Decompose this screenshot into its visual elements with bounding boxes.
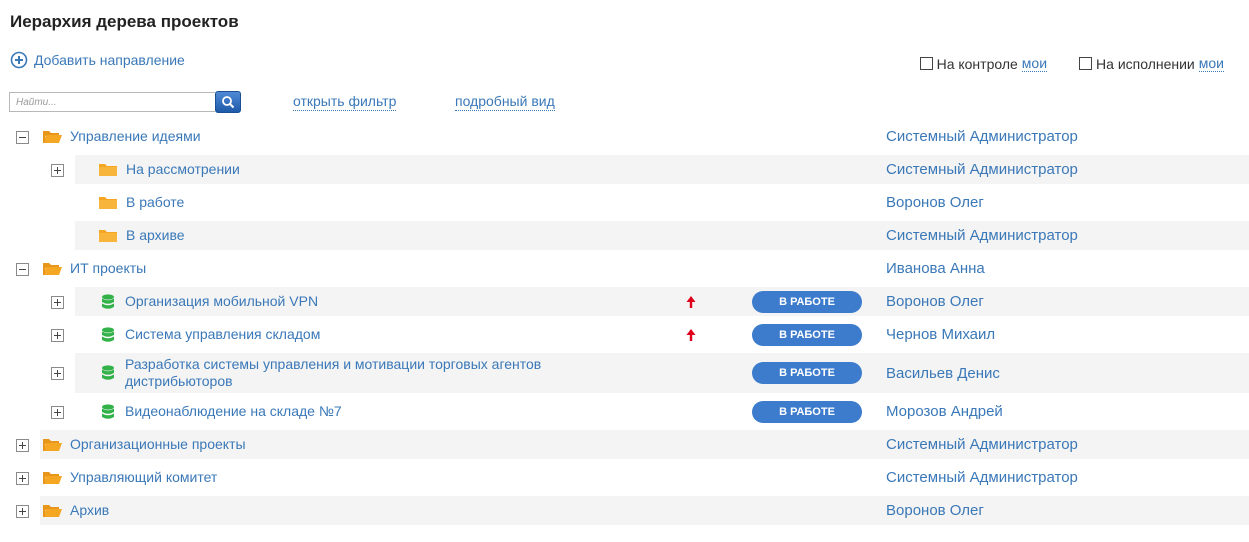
on-execution-mine-link[interactable]: мои	[1198, 55, 1224, 72]
on-control-checkbox[interactable]	[919, 57, 933, 70]
folder-icon	[99, 196, 117, 209]
folder-name-link[interactable]: Управляющий комитет	[70, 469, 217, 486]
expand-toggle[interactable]	[51, 405, 64, 419]
folder-open-icon	[43, 471, 62, 484]
owner-link[interactable]: Системный Администратор	[886, 128, 1078, 145]
folder-open-icon	[43, 504, 62, 517]
project-name-link[interactable]: Видеонаблюдение на складе №7	[125, 403, 342, 420]
folder-icon	[99, 163, 117, 176]
project-name-link[interactable]: Разработка системы управления и мотиваци…	[125, 356, 565, 390]
search-box	[9, 91, 241, 113]
search-input[interactable]	[9, 92, 215, 112]
tree-row: Управление идеями Системный Администратор	[10, 120, 1249, 153]
project-name-link[interactable]: Система управления складом	[125, 326, 320, 343]
status-badge[interactable]: В РАБОТЕ	[752, 362, 862, 384]
expand-toggle[interactable]	[16, 504, 29, 518]
folder-name-link[interactable]: На рассмотрении	[126, 161, 240, 178]
tree-row: Видеонаблюдение на складе №7 В РАБОТЕ Моро…	[10, 395, 1249, 428]
owner-link[interactable]: Васильев Денис	[886, 365, 1000, 382]
owner-link[interactable]: Системный Администратор	[886, 161, 1078, 178]
add-direction-button[interactable]: Добавить направление	[10, 51, 185, 69]
tree-row: Система управления складом В РАБОТЕ Чернов…	[10, 318, 1249, 351]
tree-row: На рассмотрении Системный Администратор	[10, 153, 1249, 186]
status-badge[interactable]: В РАБОТЕ	[752, 400, 862, 423]
tree-row: ИТ проекты Иванова Анна	[10, 252, 1249, 285]
expand-toggle[interactable]	[51, 295, 64, 309]
project-tree: Управление идеями Системный Администратор…	[10, 120, 1249, 527]
owner-link[interactable]: Воронов Олег	[886, 293, 984, 310]
tree-row: В работе Воронов Олег	[10, 186, 1249, 219]
row-shade	[40, 496, 1249, 525]
owner-link[interactable]: Морозов Андрей	[886, 403, 1003, 420]
folder-name-link[interactable]: Управление идеями	[70, 128, 201, 145]
owner-link[interactable]: Системный Администратор	[886, 436, 1078, 453]
owner-link[interactable]: Системный Администратор	[886, 469, 1078, 486]
on-execution-filter: На исполнении мои	[1079, 55, 1224, 72]
expand-toggle[interactable]	[51, 163, 64, 177]
on-control-label: На контроле	[936, 55, 1018, 72]
folder-name-link[interactable]: В работе	[126, 194, 184, 211]
folder-open-icon	[43, 438, 62, 451]
collapse-toggle[interactable]	[16, 130, 29, 144]
arrow-up-icon	[686, 295, 696, 308]
owner-link[interactable]: Чернов Михаил	[886, 326, 995, 343]
add-direction-label: Добавить направление	[34, 52, 185, 68]
database-icon	[102, 293, 114, 309]
on-execution-checkbox[interactable]	[1079, 57, 1093, 70]
open-filter-link[interactable]: открыть фильтр	[293, 93, 397, 111]
tree-row: Архив Воронов Олег	[10, 494, 1249, 527]
on-execution-label: На исполнении	[1096, 55, 1195, 72]
arrow-up-icon	[686, 328, 696, 341]
magnifier-icon	[222, 96, 235, 109]
on-control-filter: На контроле мои	[919, 55, 1048, 72]
folder-name-link[interactable]: ИТ проекты	[70, 260, 146, 277]
tree-row: Разработка системы управления и мотиваци…	[10, 351, 1249, 395]
expand-toggle[interactable]	[51, 367, 64, 380]
expand-toggle[interactable]	[16, 438, 29, 452]
folder-name-link[interactable]: Архив	[70, 502, 109, 519]
owner-link[interactable]: Воронов Олег	[886, 194, 984, 211]
folder-name-link[interactable]: В архиве	[126, 227, 185, 244]
database-icon	[102, 403, 114, 419]
detailed-view-link[interactable]: подробный вид	[455, 93, 555, 111]
page-title: Иерархия дерева проектов	[10, 12, 239, 31]
status-badge[interactable]: В РАБОТЕ	[752, 323, 862, 346]
owner-link[interactable]: Воронов Олег	[886, 502, 984, 519]
plus-circle-icon	[10, 51, 28, 69]
tree-row: Управляющий комитет Системный Администрат…	[10, 461, 1249, 494]
project-name-link[interactable]: Организация мобильной VPN	[125, 293, 318, 310]
expand-toggle[interactable]	[51, 328, 64, 342]
folder-open-icon	[43, 130, 62, 143]
folder-open-icon	[43, 262, 62, 275]
tree-row: В архиве Системный Администратор	[10, 219, 1249, 252]
database-icon	[102, 365, 114, 380]
on-control-mine-link[interactable]: мои	[1021, 55, 1048, 72]
owner-link[interactable]: Системный Администратор	[886, 227, 1078, 244]
status-badge[interactable]: В РАБОТЕ	[752, 290, 862, 313]
filter-checkboxes: На контроле мои На исполнении мои	[919, 55, 1224, 72]
collapse-toggle[interactable]	[16, 262, 29, 276]
database-icon	[102, 326, 114, 342]
folder-name-link[interactable]: Организационные проекты	[70, 436, 246, 453]
search-button[interactable]	[215, 91, 241, 113]
owner-link[interactable]: Иванова Анна	[886, 260, 985, 277]
folder-icon	[99, 229, 117, 242]
expand-toggle[interactable]	[16, 471, 29, 485]
tree-row: Организация мобильной VPN В РАБОТЕ Воронов…	[10, 285, 1249, 318]
tree-row: Организационные проекты Системный Админис…	[10, 428, 1249, 461]
